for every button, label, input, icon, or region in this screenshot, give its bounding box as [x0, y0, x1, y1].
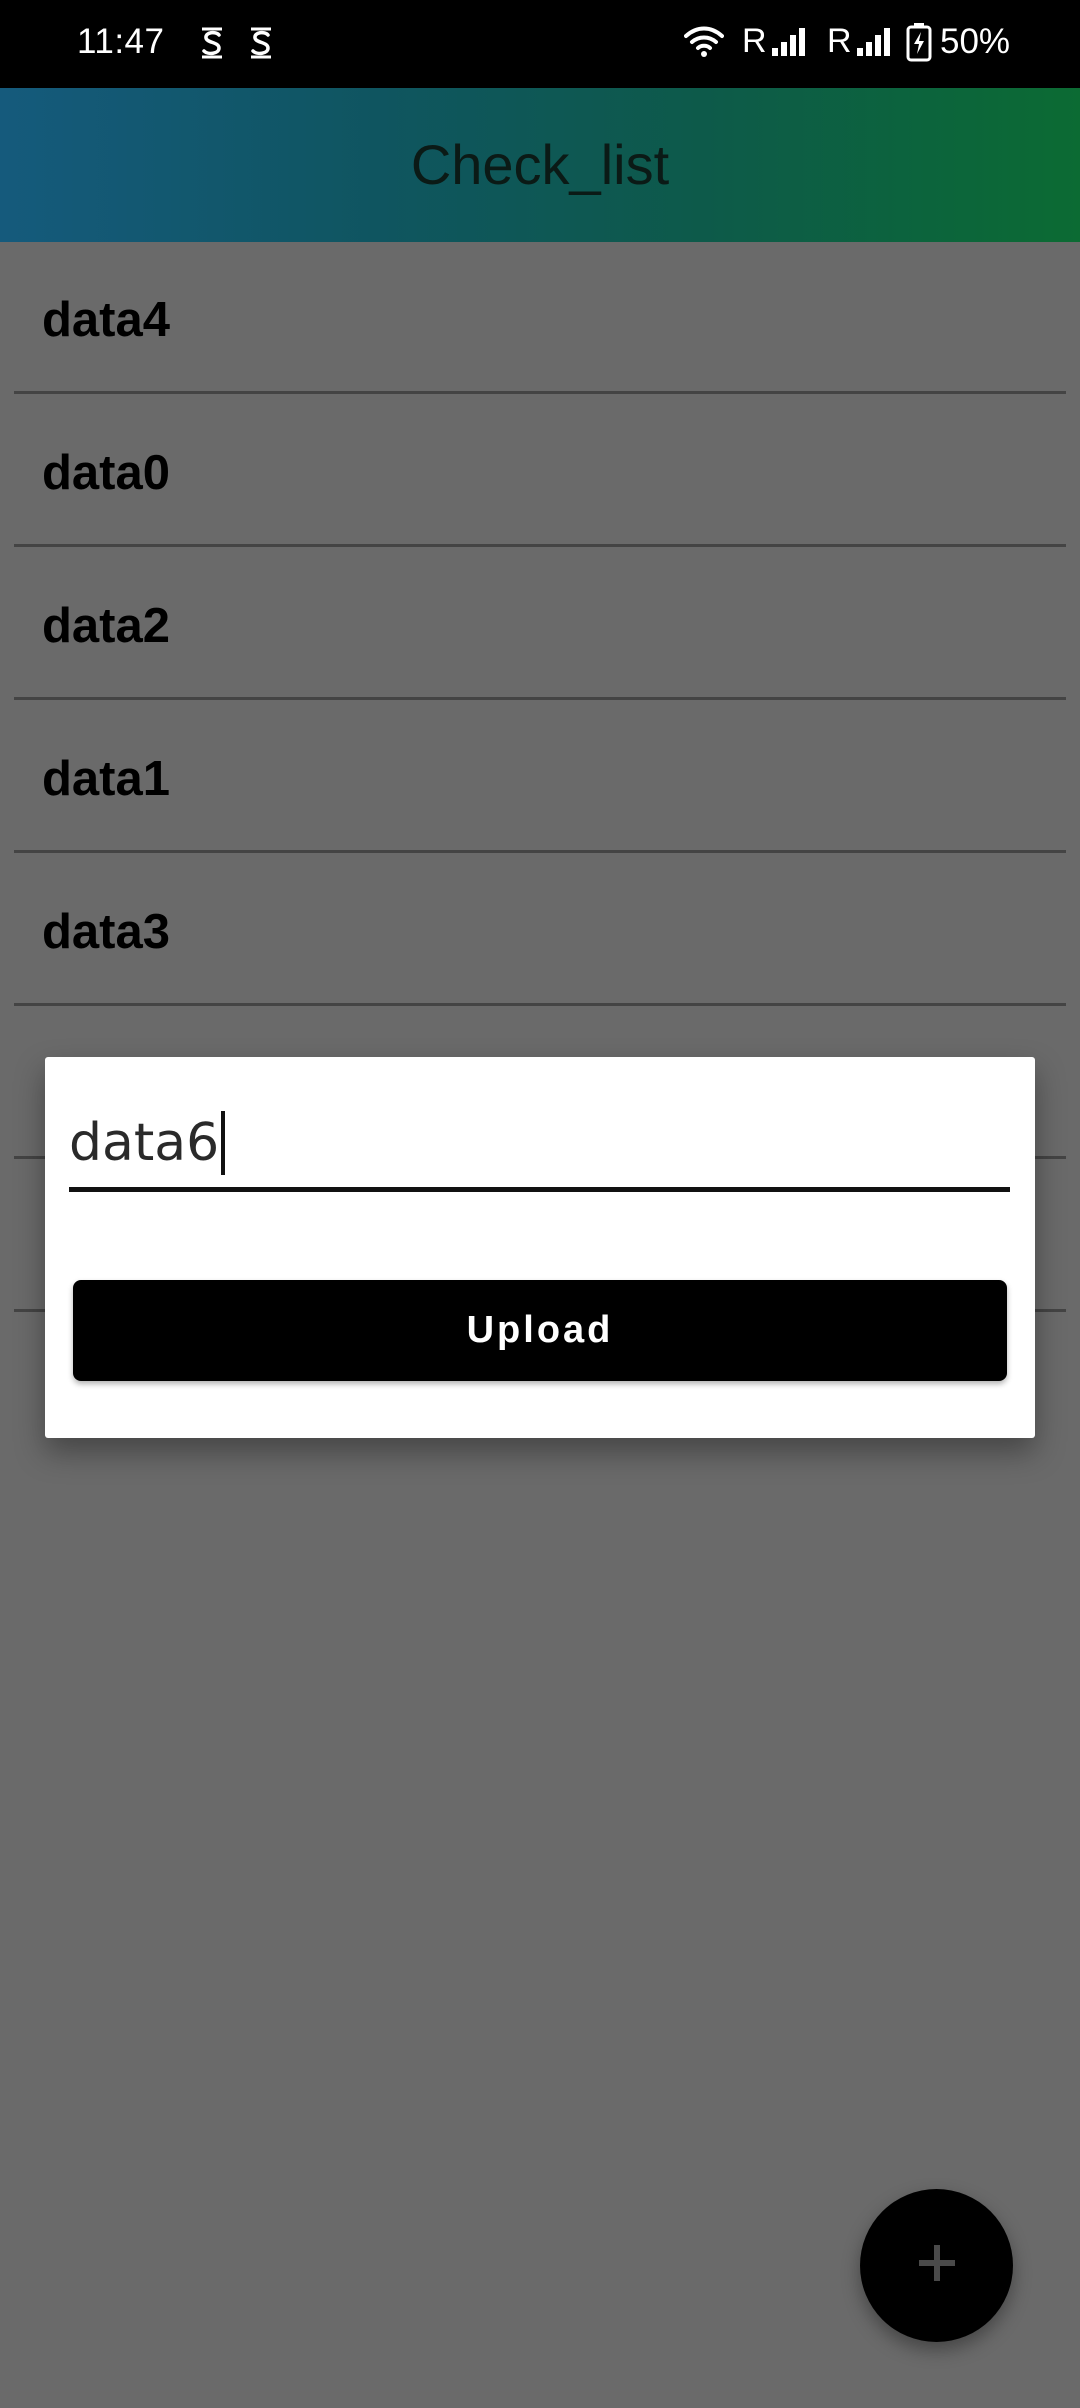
page-title: Check_list	[410, 133, 670, 196]
item-name-input[interactable]: data6	[69, 1107, 1010, 1192]
text-caret	[221, 1111, 226, 1175]
list-item-label: data1	[42, 752, 171, 806]
list-item-label: data0	[42, 446, 171, 500]
list-item[interactable]: data3	[14, 854, 1066, 1006]
item-name-input-value: data6	[69, 1111, 226, 1175]
battery-charging-icon	[906, 22, 932, 71]
list-item[interactable]: data4	[14, 242, 1066, 394]
battery-percentage: 50%	[940, 22, 1011, 61]
upload-button[interactable]: Upload	[73, 1280, 1007, 1381]
status-bar: 11:47 R R 50%	[0, 0, 1080, 88]
list-item[interactable]: data1	[14, 701, 1066, 853]
roaming-indicator-1: R	[742, 22, 767, 60]
add-item-fab[interactable]	[860, 2189, 1013, 2342]
roaming-indicator-2: R	[827, 22, 852, 60]
app-s-icon	[196, 25, 228, 61]
plus-icon	[917, 2243, 957, 2288]
add-item-dialog: data6 Upload	[45, 1057, 1035, 1438]
wifi-icon	[684, 26, 724, 67]
list-item-label: data2	[42, 599, 171, 653]
app-bar: Check_list	[0, 88, 1080, 242]
list-item[interactable]: data0	[14, 395, 1066, 547]
signal-icon	[855, 26, 891, 67]
list-item[interactable]: data2	[14, 548, 1066, 700]
list-item-label: data4	[42, 293, 171, 347]
app-s-icon	[245, 25, 277, 61]
status-time: 11:47	[77, 22, 165, 61]
signal-icon	[770, 26, 806, 67]
list-item-label: data3	[42, 905, 171, 959]
